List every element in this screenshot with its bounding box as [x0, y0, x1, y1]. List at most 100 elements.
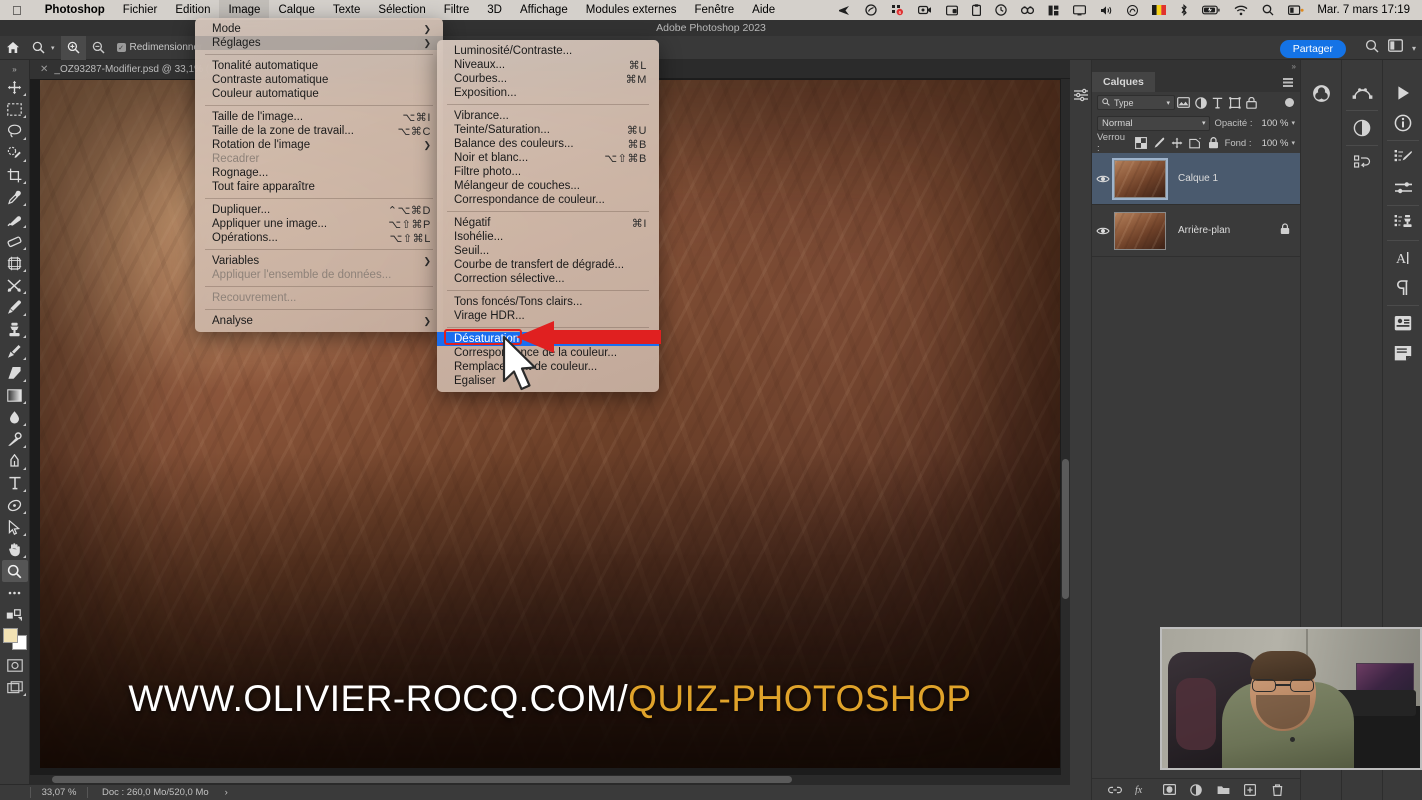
menubar-clock[interactable]: Mar. 7 mars 17:19	[1311, 4, 1414, 16]
image-menu-item[interactable]: Réglages ❯	[195, 36, 443, 50]
layer-thumbnail[interactable]	[1114, 211, 1166, 250]
layer-thumbnail[interactable]	[1114, 159, 1166, 198]
image-menu-item[interactable]: Dupliquer... ⌃⌥⌘D	[195, 203, 443, 217]
lock-image-icon[interactable]	[1153, 137, 1166, 150]
image-menu-item[interactable]: Contraste automatique	[195, 73, 443, 87]
menubar-item-aide[interactable]: Aide	[743, 0, 784, 20]
foreground-color-swatch[interactable]	[2, 628, 18, 643]
dropbox-icon[interactable]	[858, 4, 884, 16]
lock-transparency-icon[interactable]	[1135, 137, 1148, 150]
resize-windows-checkbox[interactable]: ✓ Redimensionner	[111, 36, 209, 60]
pen-tool-icon[interactable]	[2, 450, 28, 472]
blur-tool-icon[interactable]	[2, 406, 28, 428]
zoom-tool-icon[interactable]	[1, 560, 28, 582]
adjustment-menu-item[interactable]: Vibrance...	[437, 109, 659, 123]
more-tools-icon[interactable]	[2, 582, 28, 604]
history-brush-icon[interactable]	[2, 340, 28, 362]
image-menu-item[interactable]: Taille de la zone de travail... ⌥⌘C	[195, 124, 443, 138]
image-menu-dropdown[interactable]: Mode ❯ Réglages ❯ Tonalité automatique Contra…	[195, 18, 443, 332]
spot-healing-icon[interactable]	[2, 208, 28, 230]
menubar-item-edition[interactable]: Edition	[166, 0, 219, 20]
rectangular-marquee-icon[interactable]	[2, 98, 28, 120]
info-icon[interactable]	[1388, 108, 1418, 138]
opacity-field[interactable]: 100 % ▾	[1256, 115, 1295, 131]
panel-collapse-bar[interactable]: »	[1092, 60, 1300, 72]
adjustments-icon[interactable]	[1347, 113, 1377, 143]
menubar-item-3d[interactable]: 3D	[478, 0, 511, 20]
layer-row[interactable]: Arrière-plan	[1092, 205, 1300, 257]
chevron-down-icon[interactable]: ▾	[1412, 44, 1416, 53]
path-selection-icon[interactable]	[2, 516, 28, 538]
image-menu-item[interactable]: Rognage...	[195, 166, 443, 180]
image-menu-item[interactable]: Appliquer une image... ⌥⇧⌘P	[195, 217, 443, 231]
screen-record-icon[interactable]	[911, 5, 939, 15]
ellipse-tool-icon[interactable]	[2, 494, 28, 516]
color-wheel-icon[interactable]	[1306, 78, 1336, 108]
lock-position-icon[interactable]	[1171, 137, 1184, 150]
paths-icon[interactable]	[1347, 78, 1377, 108]
search-tool-icon[interactable]	[1014, 5, 1041, 16]
eraser-icon[interactable]	[2, 362, 28, 384]
clipboard-icon[interactable]	[965, 4, 988, 16]
adjustment-menu-item[interactable]: Correspondance de couleur...	[437, 193, 659, 207]
close-icon[interactable]: ✕	[40, 64, 48, 75]
libraries-icon[interactable]	[1388, 308, 1418, 338]
quick-mask-icon[interactable]	[2, 654, 28, 676]
layer-row[interactable]: Calque 1	[1092, 153, 1300, 205]
adjustment-menu-item[interactable]: Luminosité/Contraste...	[437, 44, 659, 58]
scrollbar-thumb[interactable]	[52, 776, 792, 783]
adjustment-menu-item[interactable]: Niveaux... ⌘L	[437, 58, 659, 72]
zoom-level[interactable]: 33,07 %	[31, 787, 87, 798]
chevron-down-icon[interactable]: ▾	[51, 44, 55, 52]
time-machine-icon[interactable]	[988, 4, 1014, 16]
stats-icon[interactable]	[1041, 5, 1066, 16]
apple-logo-icon[interactable]: 	[12, 4, 22, 17]
menubar-item-texte[interactable]: Texte	[324, 0, 370, 20]
image-menu-item[interactable]: Tout faire apparaître	[195, 180, 443, 194]
image-menu-item[interactable]: Mode ❯	[195, 22, 443, 36]
image-menu-item[interactable]: Taille de l'image... ⌥⌘I	[195, 110, 443, 124]
display-icon[interactable]	[1066, 4, 1093, 16]
filter-toggle-icon[interactable]	[1285, 98, 1294, 107]
menubar-item-filtre[interactable]: Filtre	[435, 0, 479, 20]
adjustment-menu-item[interactable]: Isohélie...	[437, 230, 659, 244]
layer-mask-icon[interactable]	[1162, 783, 1176, 797]
quick-selection-icon[interactable]	[2, 142, 28, 164]
chevron-down-icon[interactable]: ▾	[1292, 139, 1296, 147]
belgium-flag-icon[interactable]	[1145, 5, 1173, 15]
adjustment-menu-item[interactable]: Filtre photo...	[437, 165, 659, 179]
switch-colors-icon[interactable]	[2, 604, 28, 626]
layer-visibility-icon[interactable]	[1092, 226, 1114, 236]
dodge-tool-icon[interactable]	[2, 428, 28, 450]
scrollbar-thumb[interactable]	[1062, 459, 1069, 599]
adjustment-filter-icon[interactable]	[1192, 94, 1209, 111]
tab-layers[interactable]: Calques	[1092, 72, 1155, 92]
search-icon[interactable]	[1365, 39, 1379, 58]
eraser-tool-icon[interactable]	[2, 230, 28, 252]
shuffle-tool-icon[interactable]	[2, 274, 28, 296]
brush-settings-icon[interactable]	[1388, 143, 1418, 173]
battery-icon[interactable]	[1195, 5, 1227, 15]
image-menu-item[interactable]: Opérations... ⌥⇧⌘L	[195, 231, 443, 245]
canvas-horizontal-scrollbar[interactable]	[30, 775, 1070, 784]
collapse-icon[interactable]: »	[1292, 62, 1296, 71]
volume-icon[interactable]	[1093, 5, 1120, 16]
image-menu-item[interactable]: Tonalité automatique	[195, 59, 443, 73]
home-icon[interactable]	[0, 36, 26, 60]
security-icon[interactable]	[939, 5, 965, 16]
menubar-item-affichage[interactable]: Affichage	[511, 0, 577, 20]
notes-icon[interactable]	[1388, 338, 1418, 368]
bluetooth-icon[interactable]	[1173, 4, 1195, 16]
screen-mode-icon[interactable]	[2, 676, 28, 698]
new-layer-icon[interactable]	[1243, 783, 1257, 797]
adjustment-menu-item[interactable]: Correction sélective...	[437, 272, 659, 286]
adjustment-menu-item[interactable]: Balance des couleurs... ⌘B	[437, 137, 659, 151]
canvas-vertical-scrollbar[interactable]	[1061, 79, 1070, 784]
character-icon[interactable]: A	[1388, 243, 1418, 273]
adjustment-menu-item[interactable]: Seuil...	[437, 244, 659, 258]
layer-name[interactable]: Arrière-plan	[1178, 225, 1230, 236]
spotlight-icon[interactable]	[1255, 4, 1281, 16]
type-tool-icon[interactable]	[2, 472, 28, 494]
color-swatches[interactable]	[2, 628, 27, 650]
clone-source-icon[interactable]	[1388, 208, 1418, 238]
